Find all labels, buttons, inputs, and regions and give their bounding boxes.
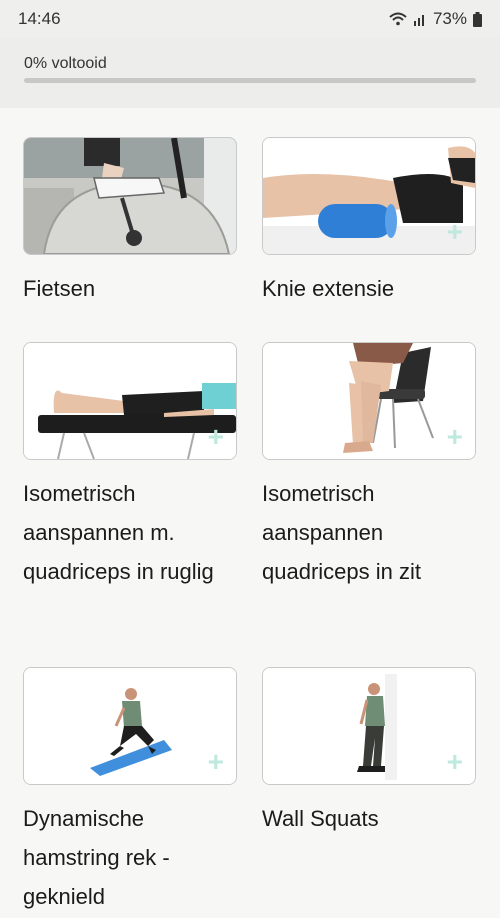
exercise-title[interactable]: Isometrisch aanspannen quadriceps in zit: [262, 474, 476, 591]
status-icons: 73%: [389, 9, 482, 29]
exercise-thumbnail[interactable]: +: [262, 342, 476, 460]
exercise-thumbnail[interactable]: +: [262, 667, 476, 785]
add-icon[interactable]: +: [208, 748, 224, 776]
knee-extension-exercise-icon: [263, 138, 475, 254]
wall-squat-icon: [263, 668, 475, 784]
exercise-card[interactable]: + Isometrisch aanspannen quadriceps in z…: [262, 342, 476, 591]
exercise-card[interactable]: + Wall Squats: [262, 667, 476, 838]
add-icon[interactable]: +: [208, 423, 224, 451]
exercise-thumbnail[interactable]: +: [23, 342, 237, 460]
progress-section: 0% voltooid: [0, 38, 500, 108]
battery-icon: [473, 11, 482, 27]
exercise-title[interactable]: Isometrisch aanspannen m. quadriceps in …: [23, 474, 237, 591]
add-icon[interactable]: +: [447, 218, 463, 246]
cycling-exercise-icon: [24, 138, 236, 254]
exercise-title[interactable]: Wall Squats: [262, 799, 476, 838]
add-icon[interactable]: +: [447, 748, 463, 776]
add-icon[interactable]: +: [447, 423, 463, 451]
seated-quadriceps-exercise-icon: [263, 343, 475, 459]
exercise-thumbnail[interactable]: +: [262, 137, 476, 255]
progress-bar: [24, 78, 476, 83]
exercise-title[interactable]: Dynamische hamstring rek - geknield: [23, 799, 237, 916]
signal-icon: [413, 15, 424, 26]
exercise-card[interactable]: + Knie extensie: [262, 137, 476, 308]
kneeling-hamstring-stretch-icon: [24, 668, 236, 784]
progress-label: 0% voltooid: [24, 55, 107, 72]
exercise-thumbnail[interactable]: +: [23, 137, 237, 255]
exercise-card[interactable]: + Dynamische hamstring rek - geknield: [23, 667, 237, 916]
status-time: 14:46: [18, 9, 61, 28]
exercise-card[interactable]: + Isometrisch aanspannen m. quadriceps i…: [23, 342, 237, 591]
supine-quadriceps-exercise-icon: [24, 343, 236, 459]
exercise-title[interactable]: Fietsen: [23, 269, 237, 308]
status-bar: 14:46 73%: [0, 0, 500, 38]
exercise-title[interactable]: Knie extensie: [262, 269, 476, 308]
battery-percentage: 73%: [432, 9, 467, 28]
exercise-thumbnail[interactable]: +: [23, 667, 237, 785]
exercise-card[interactable]: + Fietsen: [23, 137, 237, 308]
wifi-icon: [389, 12, 407, 26]
